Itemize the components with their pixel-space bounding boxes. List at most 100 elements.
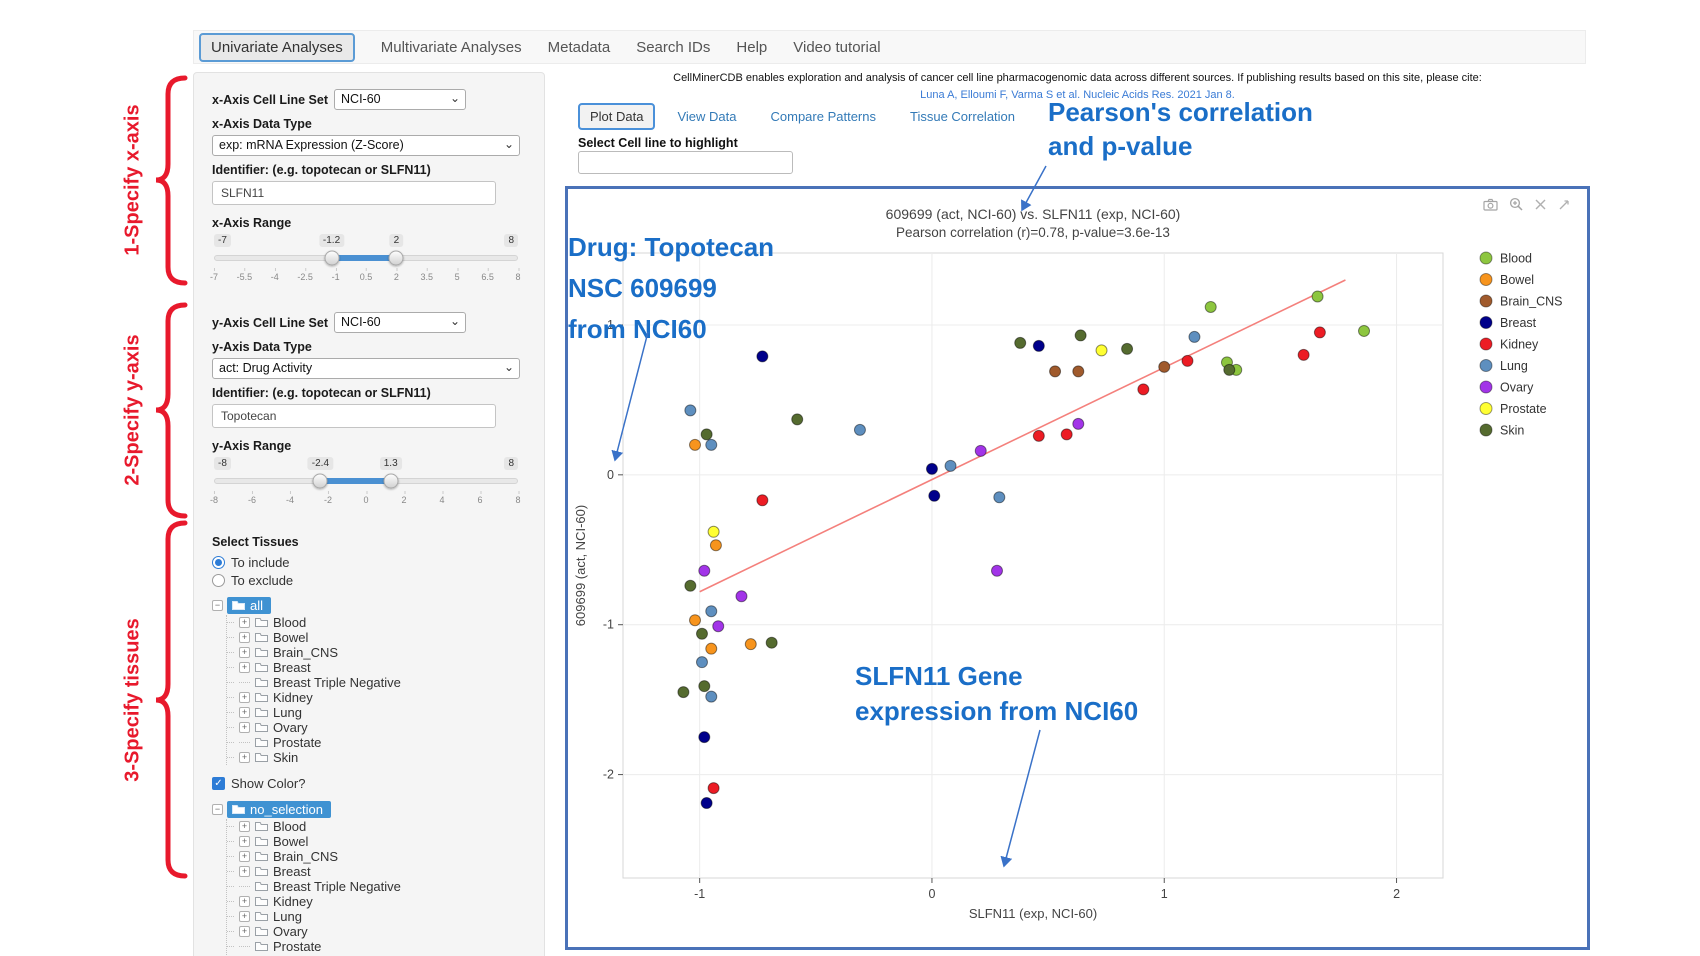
y-axis-cell-line-set-select[interactable]: NCI-60 ⌄ <box>334 312 466 333</box>
expand-icon[interactable]: + <box>239 692 250 703</box>
point-brain-cns[interactable] <box>1050 366 1061 377</box>
tree-include-item-breast-triple-negative[interactable]: Breast Triple Negative <box>227 675 526 690</box>
expand-icon[interactable]: + <box>239 866 250 877</box>
legend-item-breast[interactable]: Breast <box>1480 316 1537 330</box>
tree-include-item-blood[interactable]: +Blood <box>227 615 526 630</box>
point-brain-cns[interactable] <box>1073 366 1084 377</box>
nav-item-univariate-analyses[interactable]: Univariate Analyses <box>199 33 355 62</box>
tree-exclude-item-kidney[interactable]: +Kidney <box>227 894 526 909</box>
point-breast[interactable] <box>926 463 937 474</box>
x-range-low-handle[interactable] <box>324 251 339 266</box>
point-lung[interactable] <box>685 405 696 416</box>
point-kidney[interactable] <box>1182 355 1193 366</box>
legend-item-blood[interactable]: Blood <box>1480 252 1532 266</box>
expand-icon[interactable]: + <box>239 836 250 847</box>
expand-icon[interactable]: + <box>239 926 250 937</box>
point-kidney[interactable] <box>1061 429 1072 440</box>
point-prostate[interactable] <box>1096 345 1107 356</box>
tissues-include-radio[interactable]: To include <box>212 553 526 571</box>
point-bowel[interactable] <box>690 615 701 626</box>
point-kidney[interactable] <box>1138 384 1149 395</box>
legend-item-skin[interactable]: Skin <box>1480 424 1524 438</box>
expand-icon[interactable]: + <box>239 617 250 628</box>
x-axis-data-type-select[interactable]: exp: mRNA Expression (Z-Score) ⌄ <box>212 135 520 156</box>
expand-icon[interactable]: + <box>239 722 250 733</box>
expand-icon[interactable]: + <box>239 896 250 907</box>
tissues-exclude-radio[interactable]: To exclude <box>212 571 526 589</box>
tree-exclude-item-brain-cns[interactable]: +Brain_CNS <box>227 849 526 864</box>
point-ovary[interactable] <box>699 565 710 576</box>
point-skin[interactable] <box>1015 337 1026 348</box>
tree-exclude-item-bowel[interactable]: +Bowel <box>227 834 526 849</box>
tree-include-item-brain-cns[interactable]: +Brain_CNS <box>227 645 526 660</box>
expand-icon[interactable]: + <box>239 752 250 763</box>
point-breast[interactable] <box>757 351 768 362</box>
point-skin[interactable] <box>696 628 707 639</box>
legend-item-prostate[interactable]: Prostate <box>1480 402 1547 416</box>
nav-item-metadata[interactable]: Metadata <box>548 39 611 56</box>
tree-include-item-bowel[interactable]: +Bowel <box>227 630 526 645</box>
point-brain-cns[interactable] <box>1159 361 1170 372</box>
highlight-cell-line-input[interactable] <box>578 151 793 174</box>
point-skin[interactable] <box>678 687 689 698</box>
point-bowel[interactable] <box>690 439 701 450</box>
tab-tissue-correlation[interactable]: Tissue Correlation <box>898 105 1027 128</box>
tree-include-item-skin[interactable]: +Skin <box>227 750 526 765</box>
point-lung[interactable] <box>994 492 1005 503</box>
point-skin[interactable] <box>792 414 803 425</box>
point-kidney[interactable] <box>1033 430 1044 441</box>
point-ovary[interactable] <box>736 591 747 602</box>
tree-exclude-item-ovary[interactable]: +Ovary <box>227 924 526 939</box>
point-skin[interactable] <box>685 580 696 591</box>
tree-exclude-item-breast[interactable]: +Breast <box>227 864 526 879</box>
collapse-icon[interactable]: − <box>212 600 223 611</box>
tab-compare-patterns[interactable]: Compare Patterns <box>759 105 889 128</box>
tab-view-data[interactable]: View Data <box>665 105 748 128</box>
collapse-icon[interactable]: − <box>212 804 223 815</box>
point-skin[interactable] <box>1122 343 1133 354</box>
point-kidney[interactable] <box>1298 349 1309 360</box>
point-breast[interactable] <box>701 798 712 809</box>
point-kidney[interactable] <box>757 495 768 506</box>
point-lung[interactable] <box>854 424 865 435</box>
point-ovary[interactable] <box>991 565 1002 576</box>
point-breast[interactable] <box>929 490 940 501</box>
tree-exclude-item-breast-triple-negative[interactable]: Breast Triple Negative <box>227 879 526 894</box>
legend-item-ovary[interactable]: Ovary <box>1480 381 1534 395</box>
nav-item-help[interactable]: Help <box>736 39 767 56</box>
expand-icon[interactable]: + <box>239 632 250 643</box>
show-color-checkbox-row[interactable]: ✓ Show Color? <box>212 773 526 793</box>
tab-plot-data[interactable]: Plot Data <box>578 103 655 130</box>
point-lung[interactable] <box>1189 331 1200 342</box>
point-ovary[interactable] <box>1073 418 1084 429</box>
point-breast[interactable] <box>699 732 710 743</box>
point-bowel[interactable] <box>706 643 717 654</box>
point-kidney[interactable] <box>1314 327 1325 338</box>
tree-exclude-item-blood[interactable]: +Blood <box>227 819 526 834</box>
tree-include-item-breast[interactable]: +Breast <box>227 660 526 675</box>
point-skin[interactable] <box>766 637 777 648</box>
point-skin[interactable] <box>699 681 710 692</box>
y-range-high-handle[interactable] <box>383 474 398 489</box>
expand-icon[interactable]: + <box>239 662 250 673</box>
y-axis-range-slider[interactable]: -88-2.41.3-8-6-4-202468 <box>214 457 518 507</box>
y-range-low-handle[interactable] <box>313 474 328 489</box>
point-skin[interactable] <box>1224 364 1235 375</box>
point-prostate[interactable] <box>708 526 719 537</box>
point-blood[interactable] <box>1205 301 1216 312</box>
expand-icon[interactable]: + <box>239 911 250 922</box>
point-lung[interactable] <box>706 606 717 617</box>
x-axis-cell-line-set-select[interactable]: NCI-60 ⌄ <box>334 89 466 110</box>
nav-item-video-tutorial[interactable]: Video tutorial <box>793 39 880 56</box>
tree-include-item-kidney[interactable]: +Kidney <box>227 690 526 705</box>
x-range-high-handle[interactable] <box>389 251 404 266</box>
legend-item-bowel[interactable]: Bowel <box>1480 273 1534 287</box>
y-axis-identifier-input[interactable] <box>212 404 496 428</box>
y-axis-data-type-select[interactable]: act: Drug Activity ⌄ <box>212 358 520 379</box>
tree-exclude-item-lung[interactable]: +Lung <box>227 909 526 924</box>
point-kidney[interactable] <box>708 783 719 794</box>
legend-item-brain-cns[interactable]: Brain_CNS <box>1480 295 1563 309</box>
tree-exclude-item-prostate[interactable]: Prostate <box>227 939 526 954</box>
tree-include-item-lung[interactable]: +Lung <box>227 705 526 720</box>
point-breast[interactable] <box>1033 340 1044 351</box>
